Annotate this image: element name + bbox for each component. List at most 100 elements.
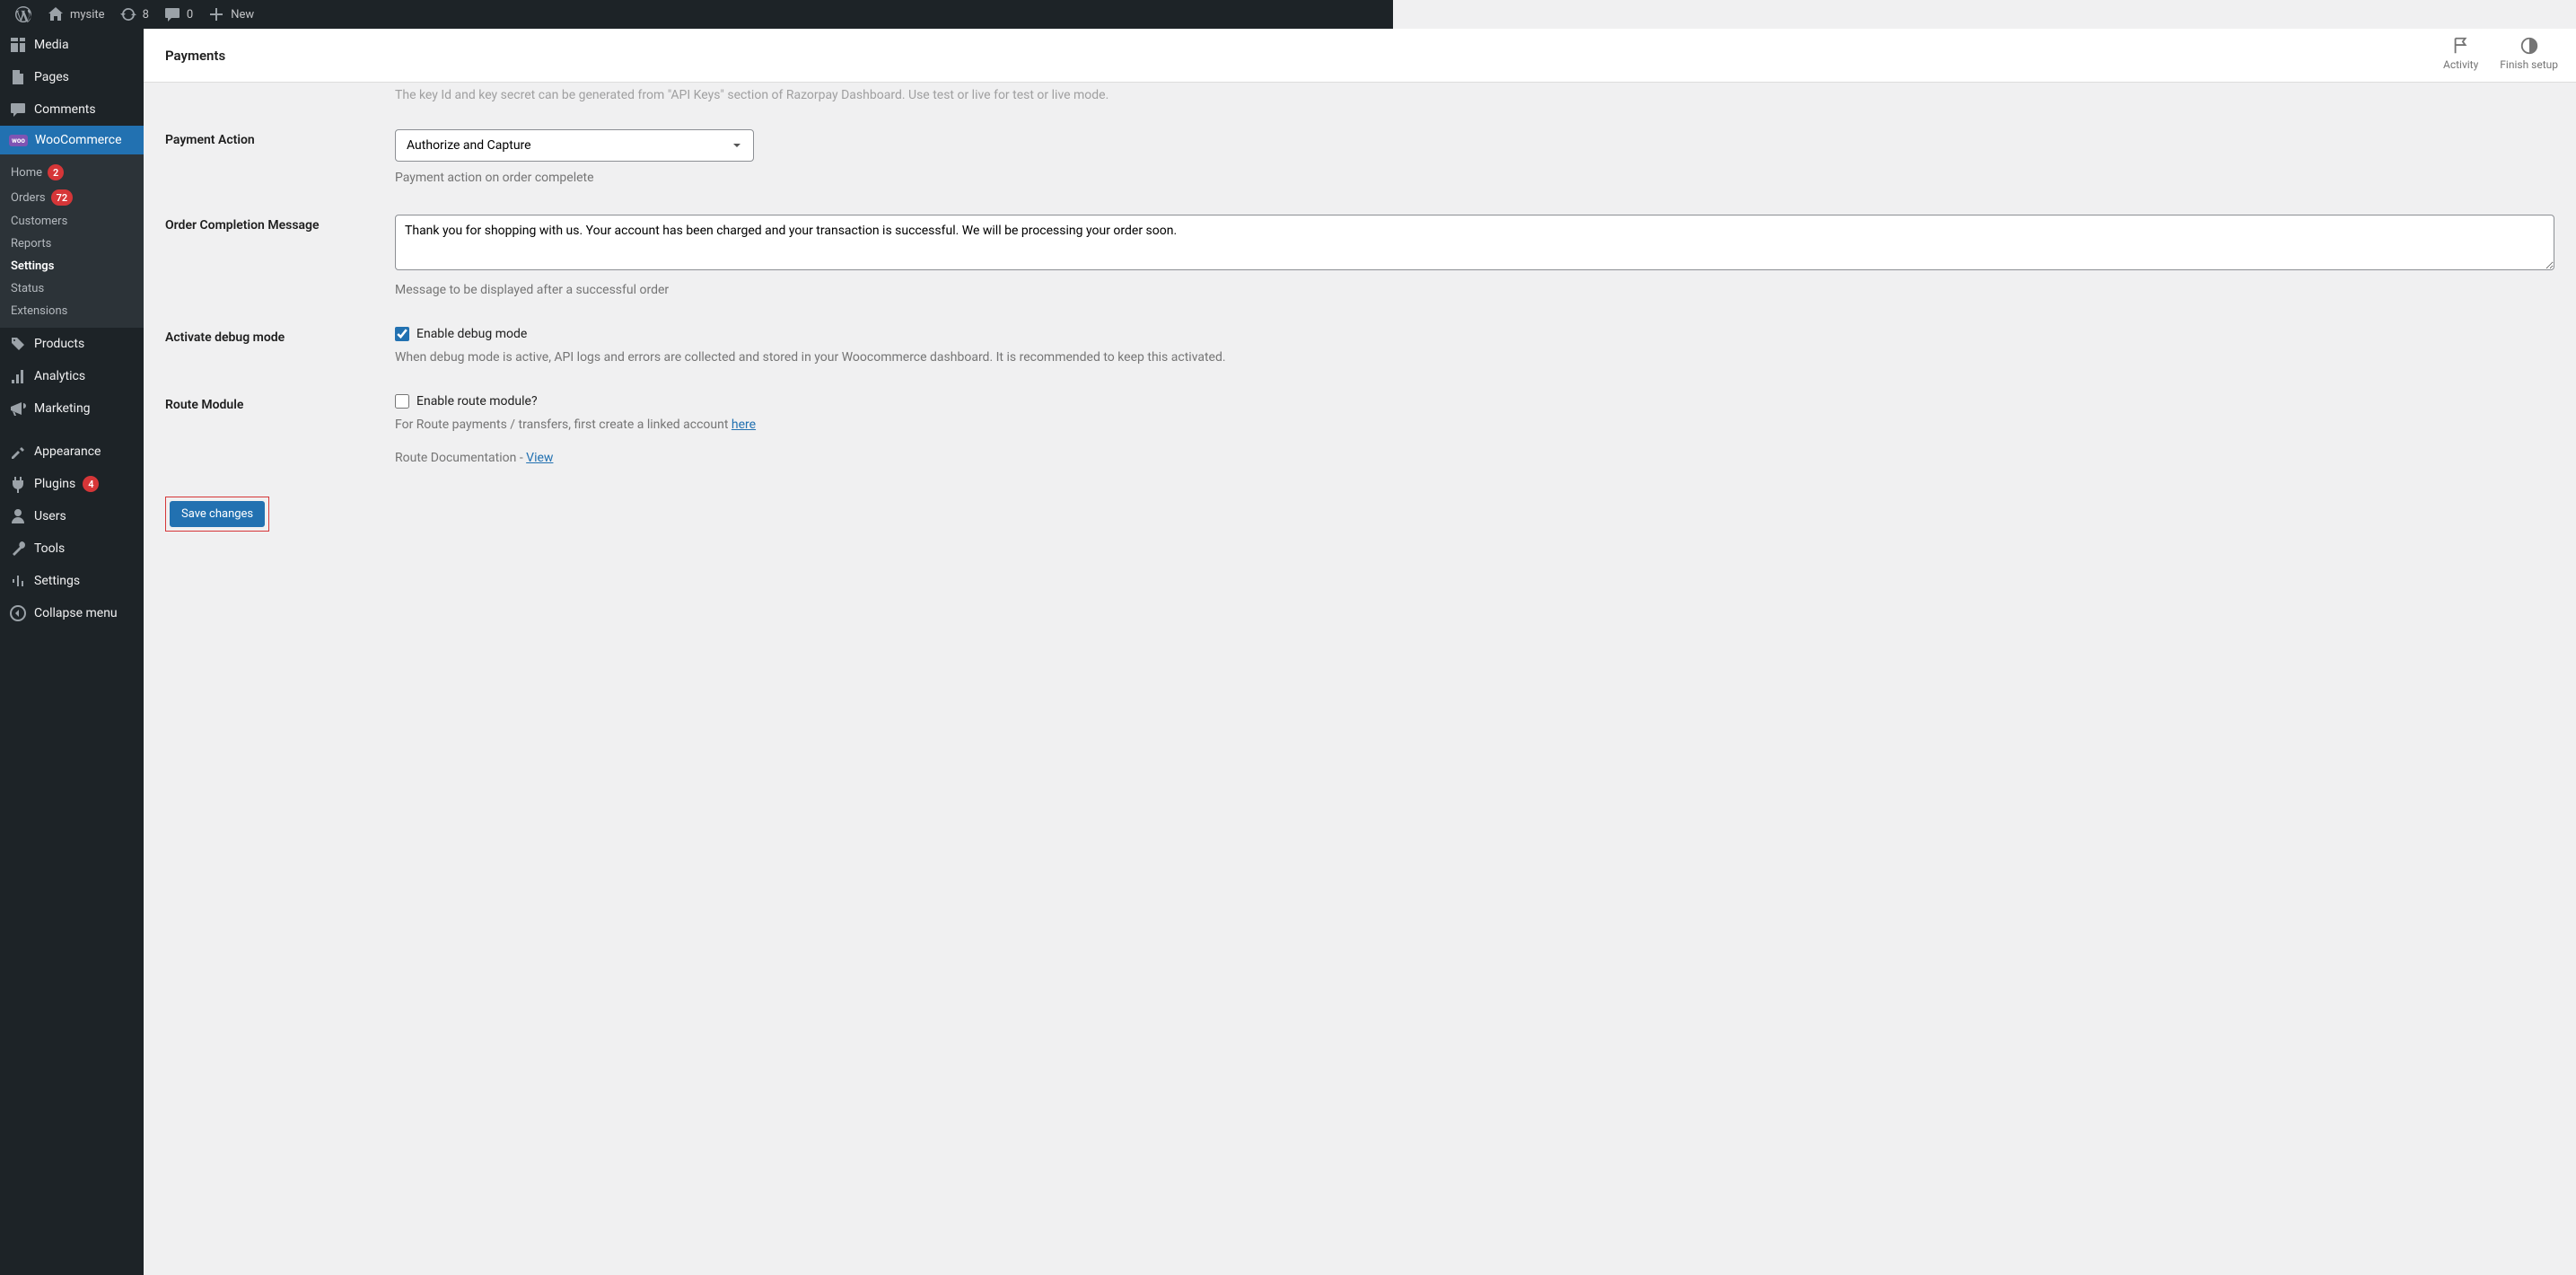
field-payment-action: Payment Action Authorize and Capture Pay… <box>165 102 2554 188</box>
payment-action-help: Payment action on order compelete <box>395 169 2554 188</box>
submenu-reports[interactable]: Reports <box>0 233 144 255</box>
products-icon <box>9 335 27 353</box>
comments-count: 0 <box>187 8 193 22</box>
route-help-text: For Route payments / transfers, first cr… <box>395 418 732 432</box>
badge: 72 <box>51 189 74 206</box>
sidebar-item-plugins[interactable]: Plugins 4 <box>0 468 144 500</box>
sidebar-item-marketing[interactable]: Marketing <box>0 392 144 425</box>
wordpress-icon <box>14 5 32 23</box>
route-checkbox-label: Enable route module? <box>416 394 538 409</box>
save-changes-button[interactable]: Save changes <box>170 501 265 527</box>
field-route-module: Route Module Enable route module? For Ro… <box>165 367 2554 468</box>
new-label: New <box>231 8 254 22</box>
marketing-icon <box>9 400 27 418</box>
plus-icon <box>207 5 225 23</box>
site-link[interactable]: mysite <box>39 0 112 29</box>
media-icon <box>9 36 27 54</box>
users-icon <box>9 507 27 525</box>
debug-checkbox-label: Enable debug mode <box>416 327 527 341</box>
submenu-customers[interactable]: Customers <box>0 210 144 233</box>
api-help-partial: The key Id and key secret can be generat… <box>165 83 2554 102</box>
payment-action-select[interactable]: Authorize and Capture <box>395 129 754 162</box>
sidebar-label: Plugins <box>34 477 75 491</box>
appearance-icon <box>9 443 27 461</box>
completion-message-label: Order Completion Message <box>165 215 395 300</box>
collapse-icon <box>9 604 27 622</box>
sidebar-item-media[interactable]: Media <box>0 29 144 61</box>
completion-message-textarea[interactable] <box>395 215 2554 270</box>
page-header: Payments Activity Finish setup <box>144 29 2576 83</box>
sidebar-item-woocommerce[interactable]: woo WooCommerce <box>0 126 144 154</box>
sidebar-label: WooCommerce <box>35 133 122 147</box>
comments-link[interactable]: 0 <box>156 0 200 29</box>
update-icon <box>119 5 137 23</box>
save-button-highlight: Save changes <box>165 497 269 532</box>
comments-icon <box>9 101 27 119</box>
plugins-icon <box>9 475 27 493</box>
header-action-label: Finish setup <box>2500 58 2558 71</box>
sidebar-label: Users <box>34 509 66 523</box>
field-completion-message: Order Completion Message Message to be d… <box>165 188 2554 300</box>
new-content-link[interactable]: New <box>200 0 261 29</box>
badge: 4 <box>83 476 99 492</box>
sidebar-item-collapse[interactable]: Collapse menu <box>0 597 144 629</box>
route-checkbox-wrapper[interactable]: Enable route module? <box>395 394 2554 409</box>
route-checkbox[interactable] <box>395 394 409 409</box>
progress-icon <box>2519 36 2539 56</box>
tools-icon <box>9 540 27 558</box>
badge: 2 <box>48 164 64 180</box>
sidebar-label: Media <box>34 38 69 52</box>
sidebar-label: Settings <box>34 574 80 588</box>
finish-setup-button[interactable]: Finish setup <box>2500 36 2558 71</box>
sidebar-item-comments[interactable]: Comments <box>0 93 144 126</box>
admin-bar: mysite 8 0 New <box>0 0 1393 29</box>
sidebar-item-users[interactable]: Users <box>0 500 144 532</box>
sidebar-label: Marketing <box>34 401 91 416</box>
submenu-label: Extensions <box>11 304 67 318</box>
wp-logo[interactable] <box>7 0 39 29</box>
debug-checkbox[interactable] <box>395 327 409 341</box>
sidebar-item-tools[interactable]: Tools <box>0 532 144 565</box>
payment-action-label: Payment Action <box>165 129 395 188</box>
sidebar-item-appearance[interactable]: Appearance <box>0 435 144 468</box>
submenu-label: Orders <box>11 191 46 205</box>
submenu-home[interactable]: Home 2 <box>0 160 144 185</box>
sidebar-label: Products <box>34 337 84 351</box>
woocommerce-submenu: Home 2 Orders 72 Customers Reports Setti… <box>0 154 144 328</box>
sidebar-label: Analytics <box>34 369 85 383</box>
submenu-orders[interactable]: Orders 72 <box>0 185 144 210</box>
flag-icon <box>2451 36 2471 56</box>
updates-link[interactable]: 8 <box>112 0 156 29</box>
submenu-label: Reports <box>11 237 51 251</box>
route-doc: Route Documentation - View <box>395 449 2554 468</box>
route-view-link[interactable]: View <box>526 451 553 465</box>
sidebar-label: Appearance <box>34 444 101 459</box>
field-debug-mode: Activate debug mode Enable debug mode Wh… <box>165 300 2554 367</box>
site-name: mysite <box>70 8 105 22</box>
route-here-link[interactable]: here <box>732 418 756 432</box>
submenu-label: Settings <box>11 259 54 273</box>
submenu-settings[interactable]: Settings <box>0 255 144 277</box>
settings-form: The key Id and key secret can be generat… <box>144 83 2576 553</box>
submenu-label: Customers <box>11 215 67 228</box>
analytics-icon <box>9 367 27 385</box>
debug-checkbox-wrapper[interactable]: Enable debug mode <box>395 327 2554 341</box>
sidebar-item-analytics[interactable]: Analytics <box>0 360 144 392</box>
pages-icon <box>9 68 27 86</box>
settings-icon <box>9 572 27 590</box>
woocommerce-icon: woo <box>9 135 28 146</box>
sidebar-item-pages[interactable]: Pages <box>0 61 144 93</box>
debug-label: Activate debug mode <box>165 327 395 367</box>
debug-help: When debug mode is active, API logs and … <box>395 348 2554 367</box>
submenu-extensions[interactable]: Extensions <box>0 300 144 322</box>
sidebar-label: Comments <box>34 102 96 117</box>
admin-sidebar: Media Pages Comments woo WooCommerce Hom… <box>0 29 144 1275</box>
activity-button[interactable]: Activity <box>2443 36 2478 71</box>
submenu-status[interactable]: Status <box>0 277 144 300</box>
header-action-label: Activity <box>2443 58 2478 71</box>
updates-count: 8 <box>143 8 149 22</box>
submenu-label: Home <box>11 166 42 180</box>
completion-message-help: Message to be displayed after a successf… <box>395 281 2554 300</box>
sidebar-item-settings[interactable]: Settings <box>0 565 144 597</box>
sidebar-item-products[interactable]: Products <box>0 328 144 360</box>
